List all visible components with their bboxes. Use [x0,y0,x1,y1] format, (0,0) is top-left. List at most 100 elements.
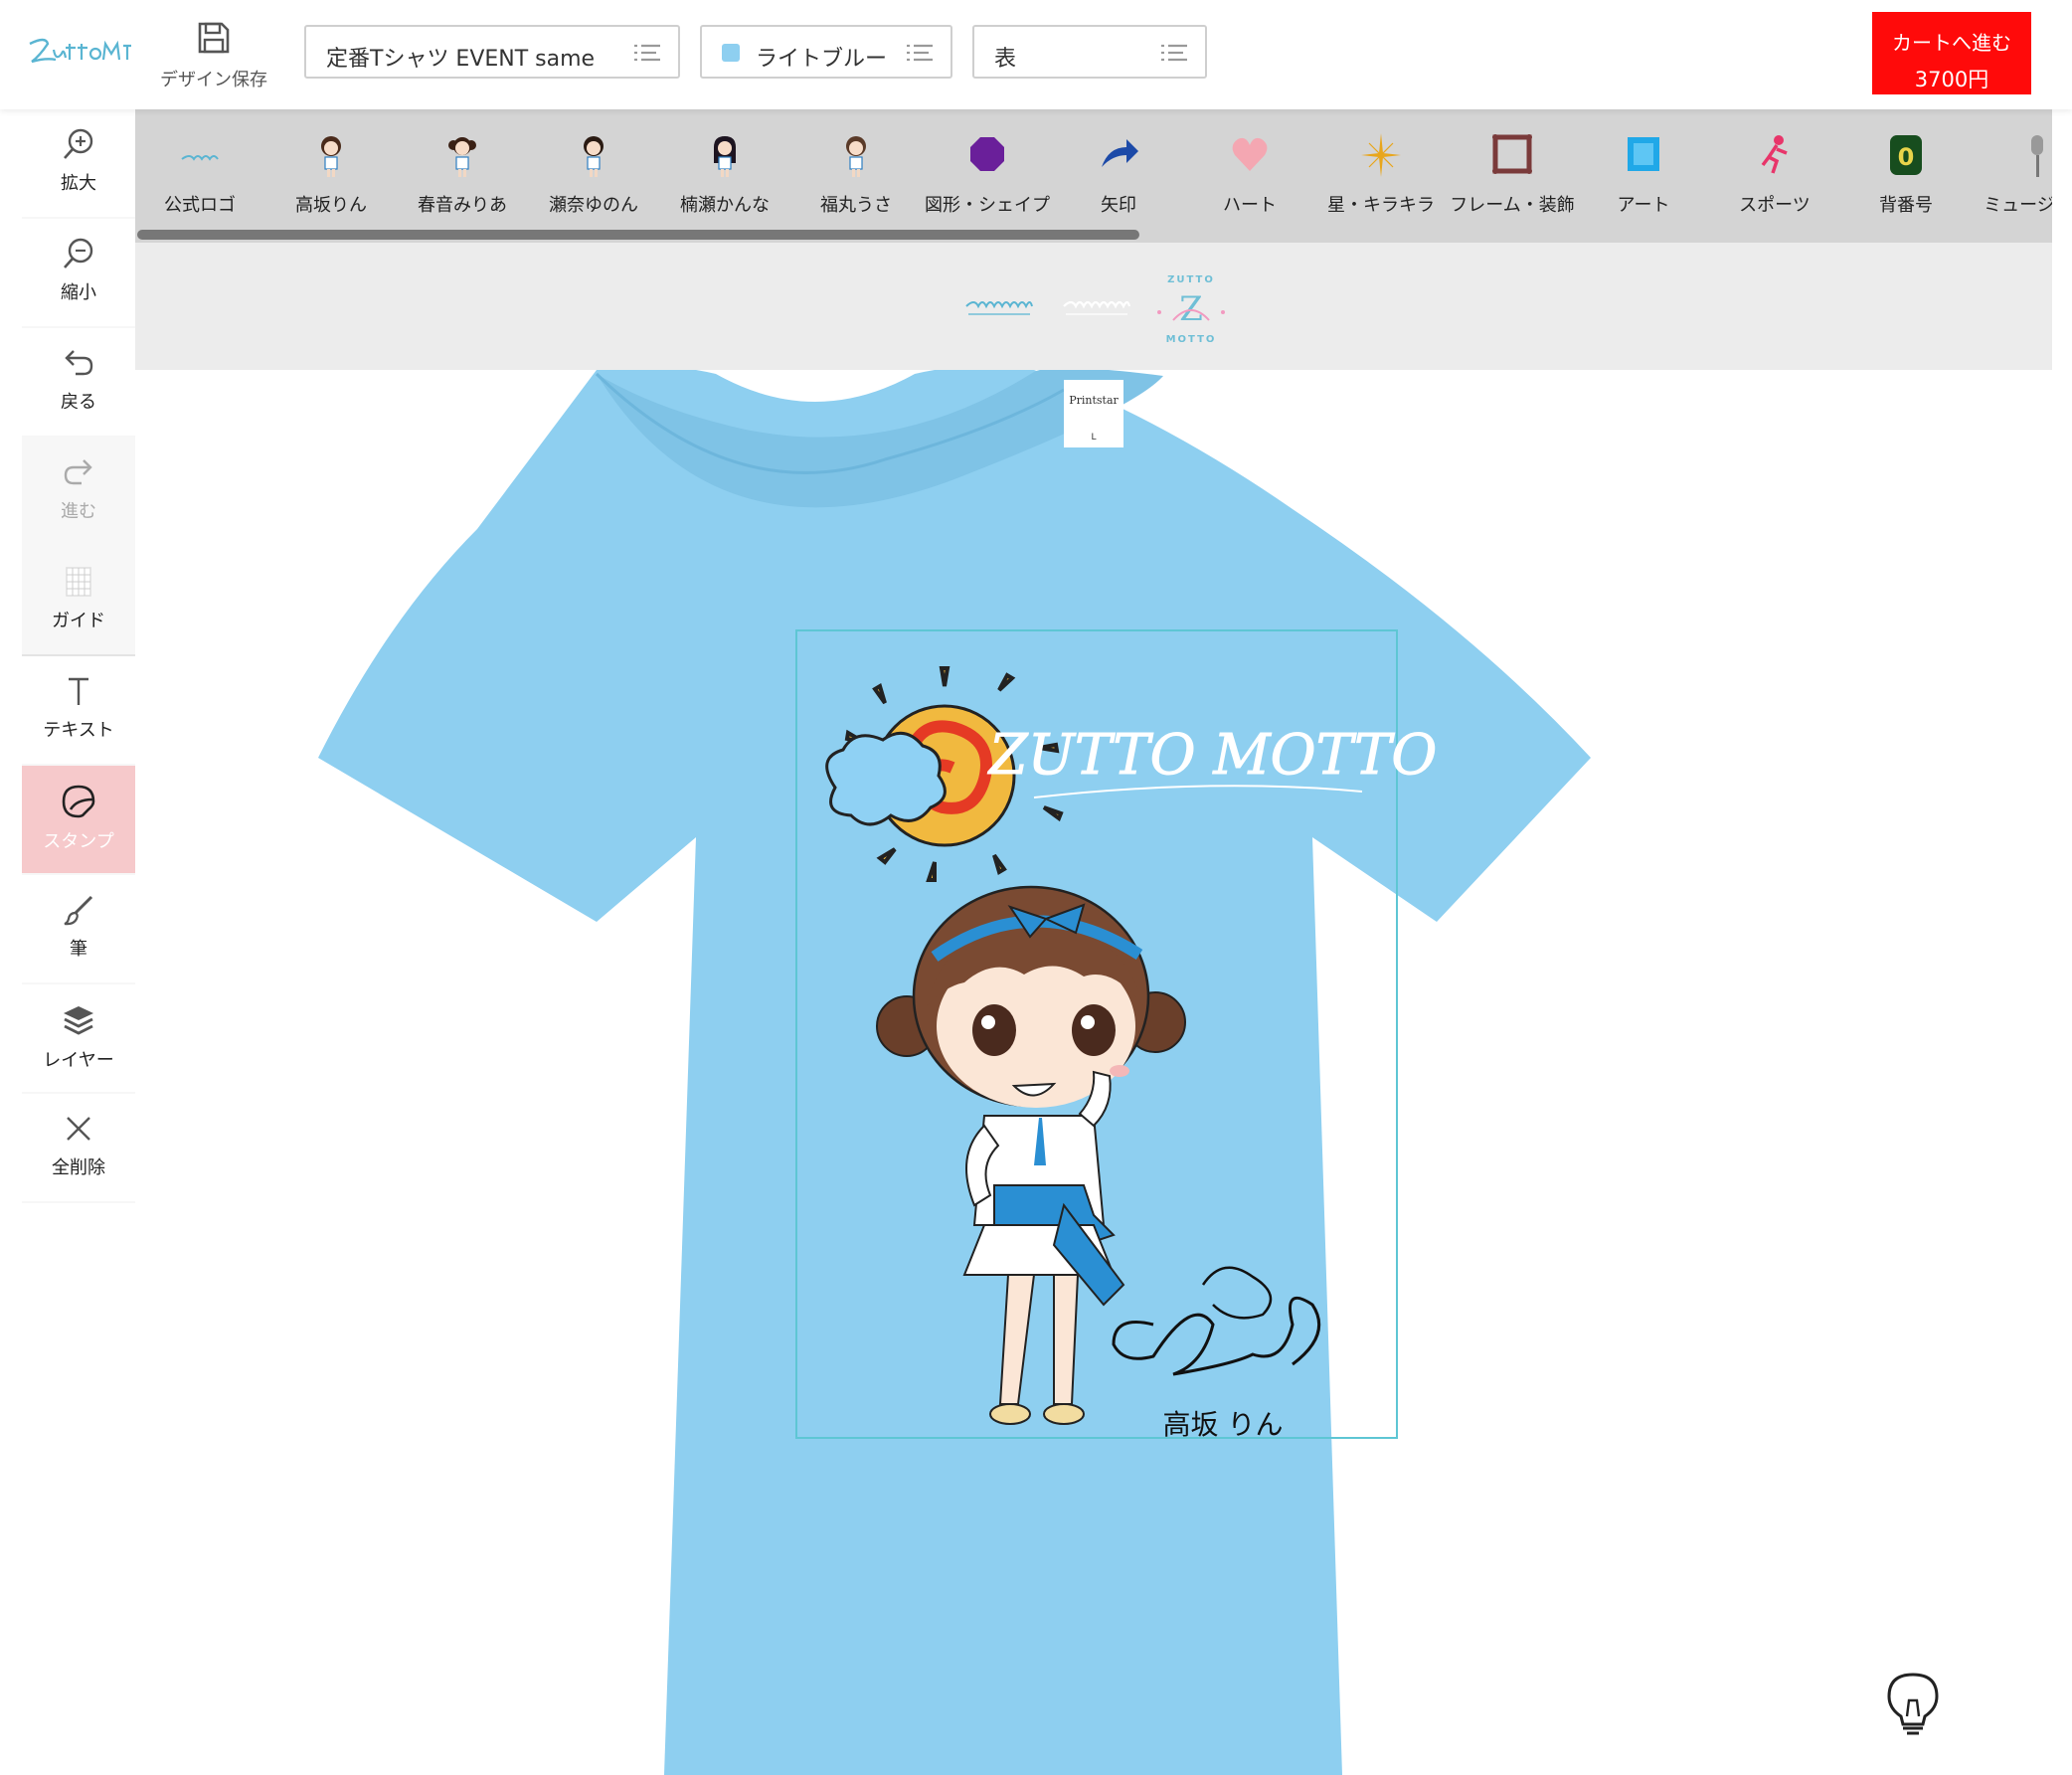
color-select[interactable]: ライトブルー [700,25,952,79]
zoom-in-icon [64,128,93,159]
category-sports[interactable]: スポーツ [1712,133,1837,243]
tshirt-canvas[interactable]: Printstar L ZUTTO MOTTO 高坂 りん [298,370,1889,1775]
undo-button[interactable]: 戻る [22,328,135,436]
layer-button[interactable]: レイヤー [22,984,135,1092]
jersey-number-icon: 0 [1890,135,1922,175]
guide-toggle[interactable]: ガイド [22,547,135,654]
microphone-icon [2031,135,2043,177]
category-shapes[interactable]: 図形・シェイプ [925,133,1050,243]
chibi-character-icon [321,136,341,177]
lightbulb-hint-icon[interactable] [1883,1671,1943,1736]
category-label: 高坂りん [295,195,367,216]
category-music[interactable]: ミュージック [1975,133,2052,243]
undo-arrow-icon [65,350,93,376]
zoom-out-button[interactable]: 縮小 [22,219,135,326]
category-member-yunon[interactable]: 瀬奈ゆのん [531,133,656,243]
category-member-miria[interactable]: 春音みりあ [400,133,525,243]
sparkle-star-icon [1361,133,1401,177]
zoom-in-button[interactable]: 拡大 [22,109,135,217]
side-select[interactable]: 表 [972,25,1207,79]
cart-button-label: カートへ進む [1892,31,2011,55]
text-t-icon [69,677,88,705]
zutto-motto-logo-stamp[interactable]: ZUTTO MOTTO [986,723,1438,799]
category-frames[interactable]: フレーム・装飾 [1450,133,1575,243]
athlete-icon [1761,135,1788,174]
heart-icon [1232,137,1268,171]
category-member-kanna[interactable]: 楠瀬かんな [662,133,787,243]
neck-tag-size: L [1091,433,1096,443]
category-label: 福丸うさ [820,195,892,216]
neck-tag-brand: Printstar [1069,394,1119,407]
category-label: ハート [1223,195,1277,216]
cart-price: 3700円 [1914,68,1989,91]
text-tool-button[interactable]: テキスト [22,656,135,764]
category-label: フレーム・装飾 [1450,195,1575,216]
list-icon [1161,44,1187,62]
category-member-usa[interactable]: 福丸うさ [793,133,919,243]
text-tool-label: テキスト [43,720,114,741]
category-stars[interactable]: 星・キラキラ [1318,133,1444,243]
side-select-value: 表 [994,47,1017,72]
category-art[interactable]: アート [1581,133,1706,243]
zoom-in-label: 拡大 [61,173,96,194]
save-design-label: デザイン保存 [160,70,267,90]
frame-icon [1492,134,1532,174]
floppy-disk-icon [198,22,230,54]
badge-top-text: ZUTTO [1167,274,1215,285]
chibi-character-icon [714,136,736,177]
signature-name-text: 高坂 りん [1163,1408,1284,1441]
official-logo-icon [181,155,219,161]
sticker-icon [62,785,95,818]
category-arrows[interactable]: 矢印 [1056,133,1181,243]
product-select-value: 定番Tシャツ EVENT same [326,47,596,72]
category-label: 背番号 [1879,195,1933,216]
horizontal-scrollbar[interactable] [137,230,1139,240]
redo-button[interactable]: 進む [22,438,135,545]
category-label: 瀬奈ゆのん [549,195,638,216]
brush-tool-label: 筆 [70,939,87,960]
redo-arrow-icon [64,459,92,485]
category-label: ミュージック [1984,195,2052,216]
zoom-out-icon [64,238,93,268]
top-bar: デザイン保存 定番Tシャツ EVENT same ライトブルー 表 カートへ進む… [0,0,2072,109]
category-label: 星・キラキラ [1327,195,1435,216]
category-label: アート [1617,195,1670,216]
chibi-character-icon [584,136,604,177]
stamp-tool-button[interactable]: スタンプ [22,766,135,873]
layer-label: レイヤー [43,1050,114,1071]
category-label: 公式ロゴ [164,195,236,216]
proceed-to-cart-button[interactable]: カートへ進む 3700円 [1872,12,2031,94]
category-member-rin[interactable]: 高坂りん [268,133,394,243]
paint-splash-icon [1628,137,1659,171]
category-official-logo[interactable]: 公式ロゴ [137,133,262,243]
close-x-icon [67,1117,90,1141]
delete-all-button[interactable]: 全削除 [22,1094,135,1201]
brush-tool-button[interactable]: 筆 [22,875,135,982]
jersey-number-text: 0 [1898,143,1915,171]
stamp-tool-label: スタンプ [43,831,114,852]
tool-sidebar: 拡大 縮小 戻る 進む ガイド テキスト スタンプ 筆 レイヤー 全削除 [22,109,135,1203]
layers-icon [64,1006,93,1035]
category-label: 春音みりあ [418,195,507,216]
logo-stamp-badge-icon[interactable]: ZUTTO Z MOTTO [1151,270,1231,346]
logo-stamp-strip: ZUTTO Z MOTTO [135,243,2052,370]
stamp-category-bar: 公式ロゴ 高坂りん 春音みりあ 瀬奈ゆのん 楠瀬かんな 福丸うさ 図形・シェイプ… [135,109,2052,243]
save-design-button[interactable]: デザイン保存 [149,14,278,99]
brand-logo-icon[interactable] [26,34,135,72]
list-icon [907,44,933,62]
category-label: 図形・シェイプ [925,195,1050,216]
color-select-value: ライトブルー [756,47,888,72]
list-icon [634,44,660,62]
category-hearts[interactable]: ハート [1187,133,1312,243]
delete-all-label: 全削除 [52,1157,105,1178]
product-select[interactable]: 定番Tシャツ EVENT same [304,25,680,79]
logo-stamp-blue-icon[interactable] [964,294,1034,320]
chibi-character-icon [448,137,476,177]
octagon-icon [970,137,1004,171]
guide-label: ガイド [52,611,105,631]
undo-label: 戻る [61,392,96,413]
category-numbers[interactable]: 0 背番号 [1843,133,1969,243]
category-label: 楠瀬かんな [680,195,770,216]
category-label: スポーツ [1739,195,1811,216]
logo-stamp-white-icon[interactable] [1062,294,1131,320]
